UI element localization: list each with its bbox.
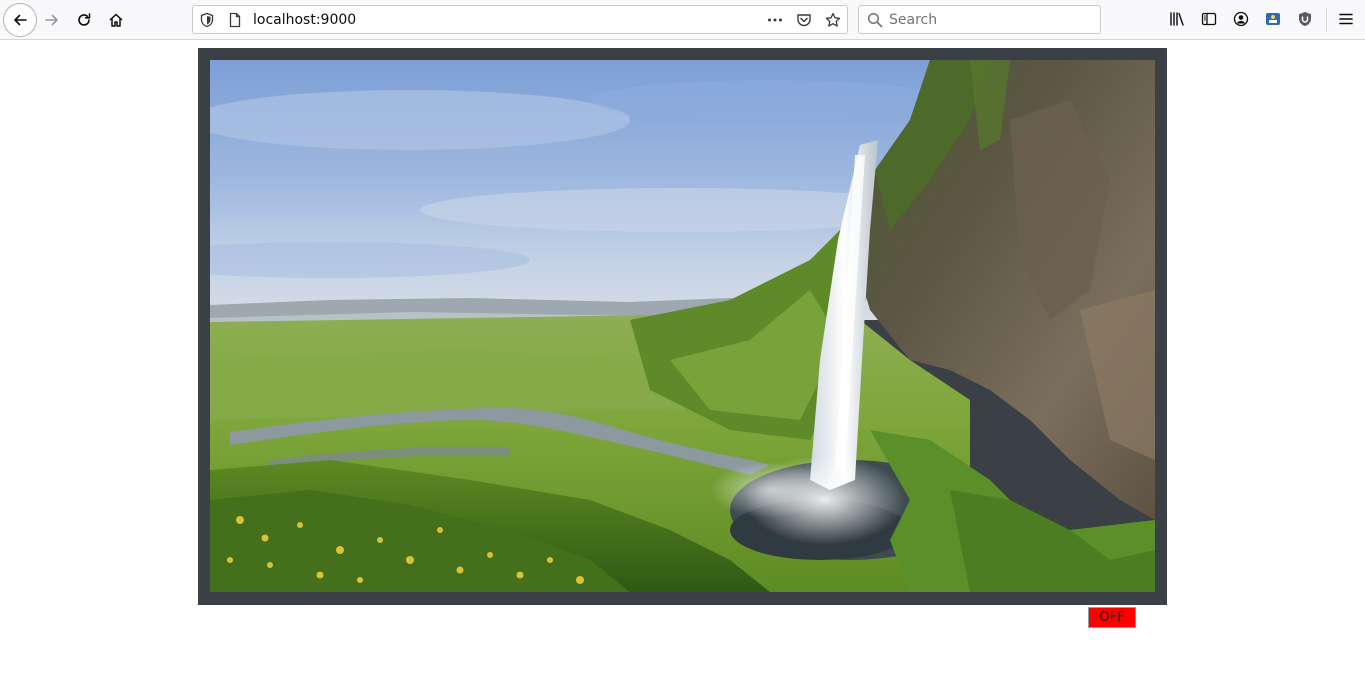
url-bar[interactable]: localhost:9000 [192,5,848,34]
search-bar[interactable] [858,5,1101,34]
reload-button[interactable] [68,4,100,36]
star-icon[interactable] [825,12,841,28]
image-viewer-frame [198,48,1167,605]
sidebar-icon[interactable] [1200,10,1218,28]
waterfall-image [210,60,1155,592]
toolbar-divider [1326,8,1327,32]
more-actions-icon[interactable] [767,12,783,28]
account-icon[interactable] [1232,10,1250,28]
toggle-off-button[interactable]: OFF [1088,607,1136,628]
url-text[interactable]: localhost:9000 [253,12,356,28]
hamburger-menu-icon[interactable] [1337,10,1355,28]
back-arrow-icon [14,14,27,26]
home-button[interactable] [100,4,132,36]
library-icon[interactable] [1168,10,1186,28]
page-icon[interactable] [227,12,243,28]
back-button[interactable] [3,3,37,37]
search-input[interactable] [889,7,1094,32]
forward-arrow-icon [45,14,58,26]
search-icon [867,12,883,28]
browser-toolbar: localhost:9000 [0,0,1365,40]
pocket-icon[interactable] [796,12,812,28]
extension-icon[interactable] [1264,10,1282,28]
ublock-icon[interactable] [1296,10,1314,28]
reload-icon [78,13,91,26]
home-icon [109,13,123,27]
forward-button[interactable] [36,4,68,36]
tracking-shield-icon[interactable] [199,12,215,28]
